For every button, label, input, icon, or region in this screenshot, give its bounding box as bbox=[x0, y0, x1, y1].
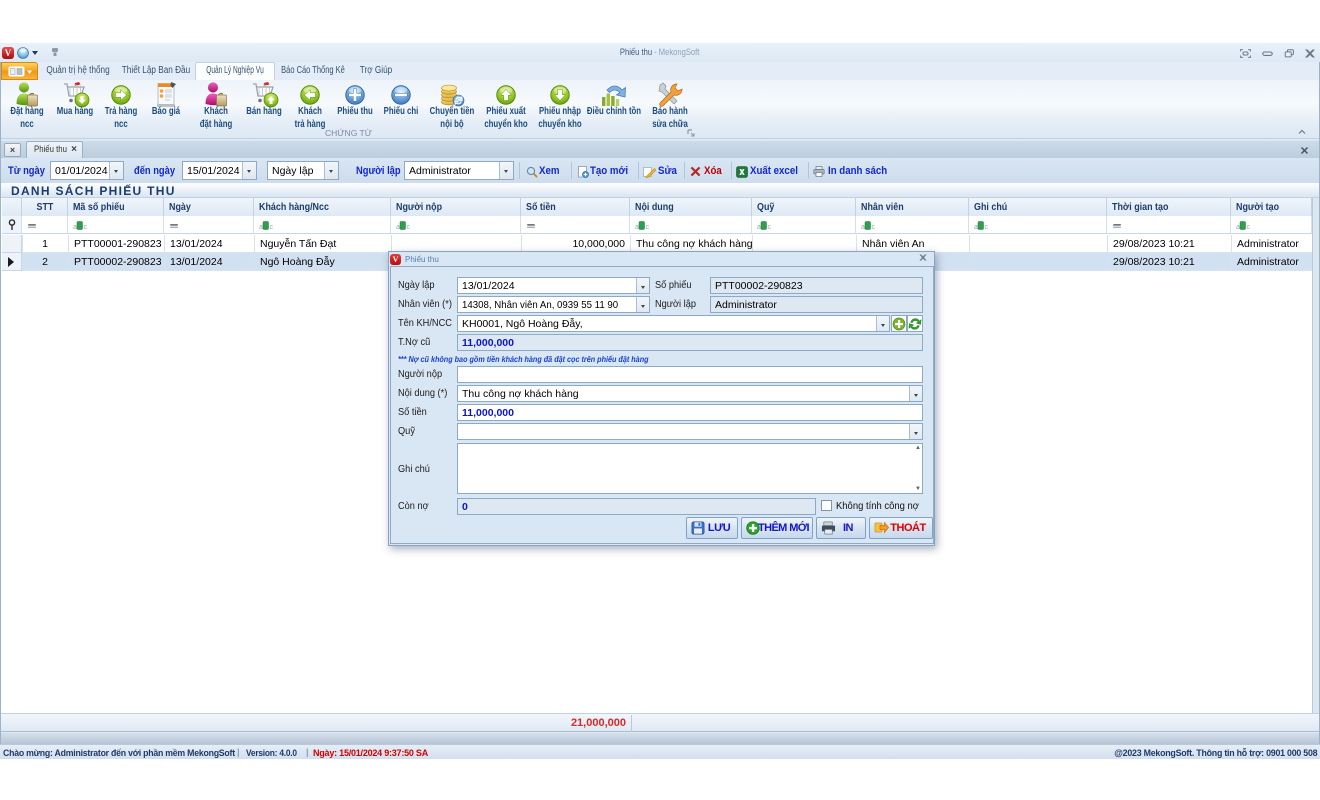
svg-text:a: a bbox=[1236, 224, 1240, 230]
svg-text:a: a bbox=[73, 224, 77, 230]
svg-text:c: c bbox=[270, 224, 274, 230]
svg-text:c: c bbox=[985, 224, 989, 230]
svg-text:c: c bbox=[407, 224, 411, 230]
svg-text:a: a bbox=[635, 224, 639, 230]
svg-text:a: a bbox=[396, 224, 400, 230]
svg-text:a: a bbox=[974, 224, 978, 230]
svg-text:c: c bbox=[84, 224, 88, 230]
svg-text:a: a bbox=[757, 224, 761, 230]
svg-text:a: a bbox=[259, 224, 263, 230]
svg-text:c: c bbox=[1247, 224, 1251, 230]
svg-text:a: a bbox=[861, 224, 865, 230]
svg-text:c: c bbox=[646, 224, 650, 230]
svg-text:c: c bbox=[768, 224, 772, 230]
svg-text:c: c bbox=[872, 224, 876, 230]
